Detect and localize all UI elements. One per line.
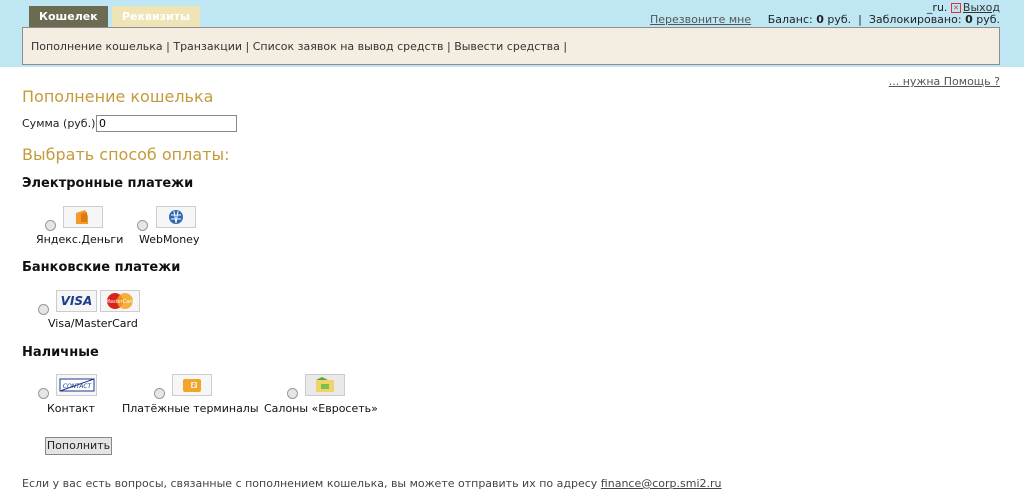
terminal-icon: ₽	[172, 374, 212, 396]
blocked-currency: руб.	[976, 13, 1000, 26]
blocked-value: 0	[965, 13, 973, 26]
euroset-icon	[305, 374, 345, 396]
subnav-separator: |	[563, 40, 568, 53]
help-link[interactable]: ... нужна Помощь ?	[889, 75, 1000, 88]
visa-logo-text: VISA	[60, 294, 93, 308]
callback-link[interactable]: Перезвоните мне	[650, 13, 751, 26]
section-bank-title: Банковские платежи	[22, 260, 181, 275]
webmoney-icon	[156, 206, 196, 228]
payment-method-title: Выбрать способ оплаты:	[22, 145, 230, 164]
tab-requisites[interactable]: Реквизиты	[112, 6, 201, 27]
sum-input[interactable]	[96, 115, 237, 132]
subnav-transactions[interactable]: Транзакции	[173, 40, 242, 53]
radio-webmoney[interactable]	[137, 220, 148, 231]
subnav-topup[interactable]: Пополнение кошелька	[31, 40, 163, 53]
label-terminals: Платёжные терминалы	[122, 402, 259, 415]
balance-value: 0	[816, 13, 824, 26]
radio-yandex[interactable]	[45, 220, 56, 231]
tab-wallet[interactable]: Кошелек	[29, 6, 108, 27]
radio-contact[interactable]	[38, 388, 49, 399]
visa-icon: VISA	[56, 290, 97, 312]
radio-euroset[interactable]	[287, 388, 298, 399]
label-contact: Контакт	[47, 402, 95, 415]
yandex-money-icon	[63, 206, 103, 228]
blocked-label: Заблокировано:	[868, 13, 962, 26]
label-euroset: Салоны «Евросеть»	[264, 402, 378, 415]
radio-terminals[interactable]	[154, 388, 165, 399]
subnav-separator: |	[166, 40, 170, 53]
subnav-withdraw[interactable]: Вывести средства	[454, 40, 560, 53]
footer-text: Если у вас есть вопросы, связанные с поп…	[22, 477, 722, 490]
balance-info: Баланс: 0 руб. | Заблокировано: 0 руб.	[768, 13, 1000, 26]
page-title: Пополнение кошелька	[22, 87, 214, 106]
footer-email-link[interactable]: finance@corp.smi2.ru	[601, 477, 722, 490]
balance-separator: |	[858, 13, 862, 26]
topup-button[interactable]: Пополнить	[45, 437, 112, 455]
sum-label: Сумма (руб.):	[22, 117, 100, 130]
subnav-separator: |	[446, 40, 451, 53]
label-visa-mastercard: Visa/MasterCard	[48, 317, 138, 330]
section-electronic-title: Электронные платежи	[22, 176, 194, 191]
balance-label: Баланс:	[767, 13, 813, 26]
subnav-withdraw-requests[interactable]: Список заявок на вывод средств	[253, 40, 444, 53]
sub-navigation: Пополнение кошелька | Транзакции | Списо…	[22, 27, 1000, 65]
footer-message: Если у вас есть вопросы, связанные с поп…	[22, 477, 598, 490]
subnav-separator: |	[245, 40, 250, 53]
mastercard-logo-text: MasterCard	[106, 299, 136, 305]
logout-icon[interactable]: ✕	[950, 3, 961, 13]
section-cash-title: Наличные	[22, 345, 99, 360]
radio-visa-mastercard[interactable]	[38, 304, 49, 315]
mastercard-icon: MasterCard	[100, 290, 140, 312]
balance-currency: руб.	[827, 13, 852, 26]
label-yandex: Яндекс.Деньги	[36, 233, 124, 246]
contact-icon: CONTACT	[56, 374, 97, 396]
label-webmoney: WebMoney	[139, 233, 200, 246]
contact-logo-text: CONTACT	[62, 383, 92, 390]
